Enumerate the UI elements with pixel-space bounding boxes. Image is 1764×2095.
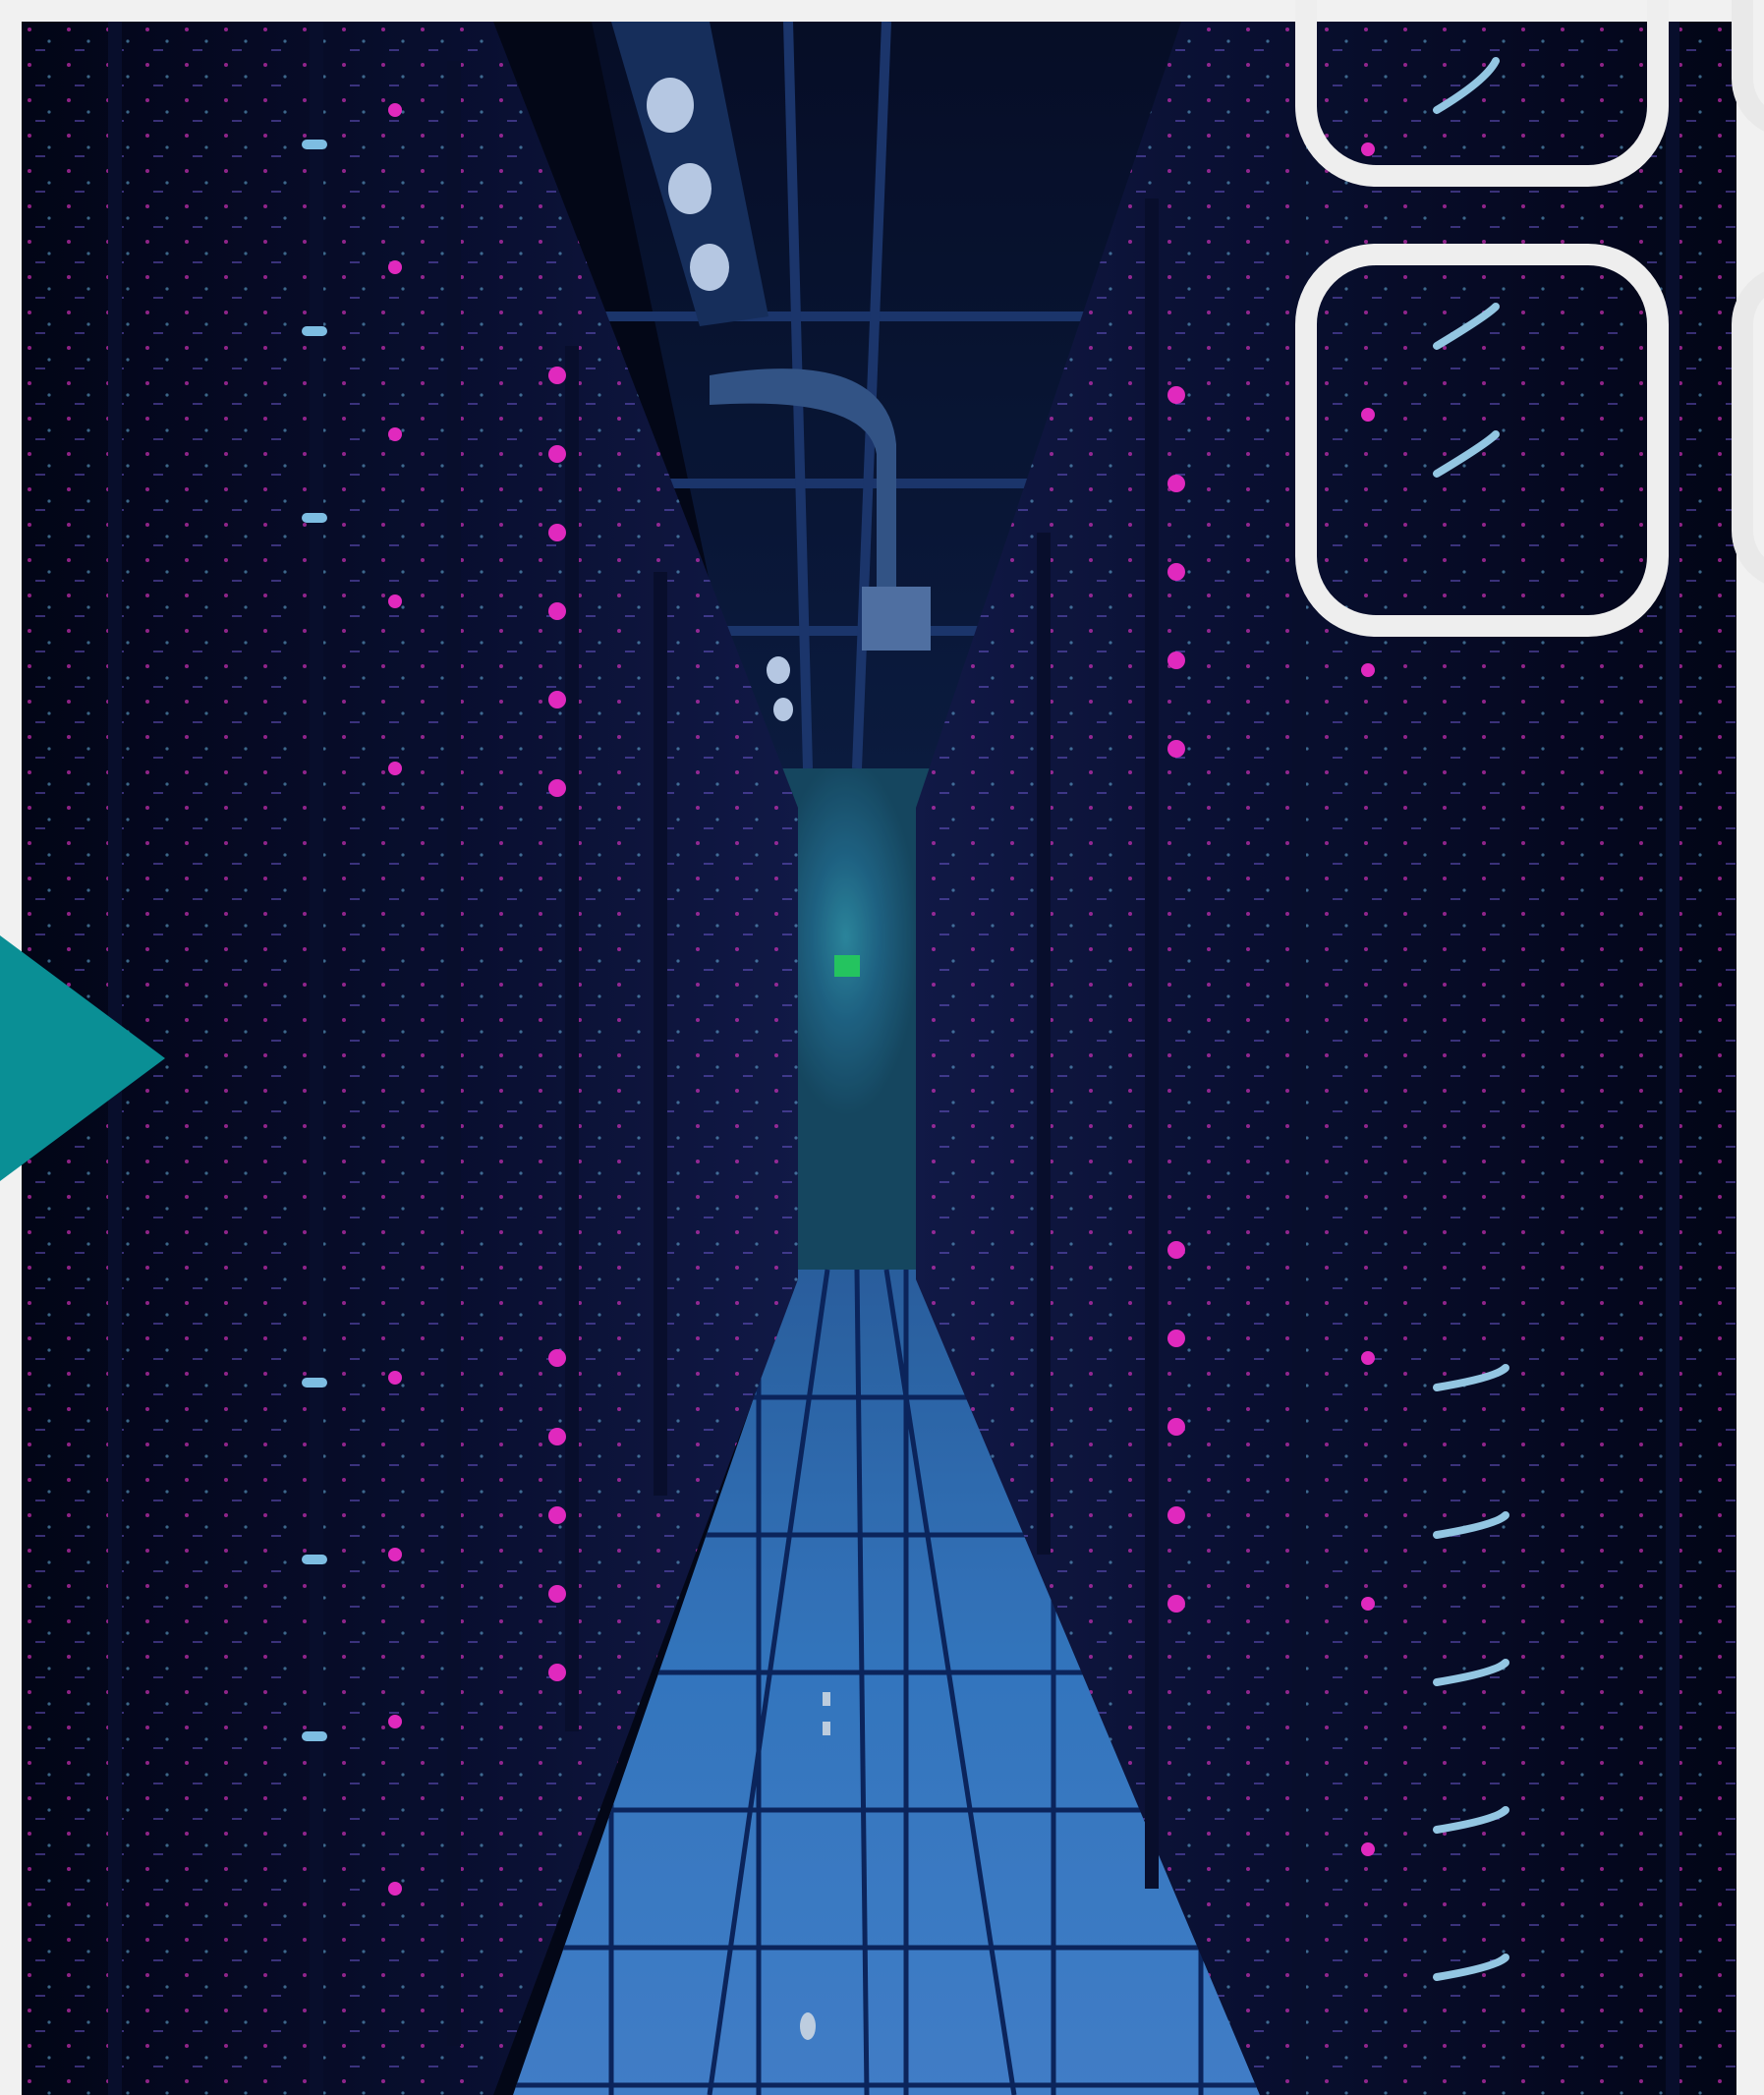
thumbnail-edge-2[interactable]: [1732, 265, 1764, 590]
image-viewer: [0, 0, 1764, 2095]
thumbnail-frame-1[interactable]: [1295, 0, 1669, 187]
thumbnail-frame-2[interactable]: [1295, 244, 1669, 637]
play-arrow-icon[interactable]: [0, 935, 165, 1181]
